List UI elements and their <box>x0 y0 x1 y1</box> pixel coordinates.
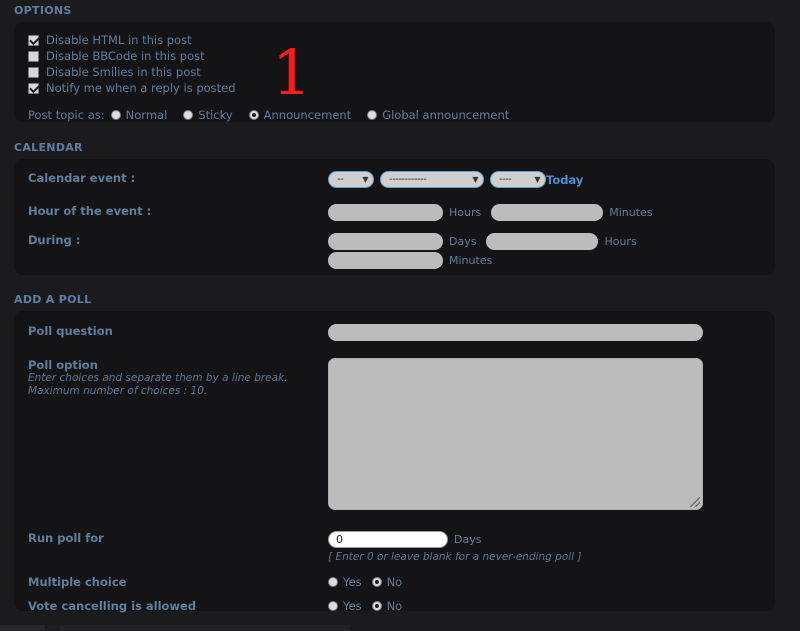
calendar-hour-input[interactable] <box>328 204 443 221</box>
poll-option-textarea[interactable] <box>328 358 703 510</box>
post-form-page: OPTIONS Disable HTML in this post Disabl… <box>0 0 800 631</box>
calendar-during-hours-unit: Hours <box>604 235 637 248</box>
checkbox-row-disable-html[interactable]: Disable HTML in this post <box>28 32 775 48</box>
run-poll-row: Run poll for 0 Days [ Enter 0 or leave b… <box>14 531 775 563</box>
checkbox-label-disable-smilies: Disable Smilies in this post <box>46 65 201 79</box>
radio-topic-global-announcement[interactable] <box>367 110 378 120</box>
resize-handle-icon[interactable] <box>690 497 700 507</box>
radio-topic-announcement[interactable] <box>248 110 259 120</box>
radio-topic-normal[interactable] <box>110 110 121 120</box>
options-panel: Disable HTML in this post Disable BBCode… <box>14 22 775 122</box>
poll-option-hint-line1: Enter choices and separate them by a lin… <box>28 372 288 384</box>
checkbox-disable-bbcode-icon[interactable] <box>28 50 39 62</box>
calendar-during-row: During : Days Hours Minutes <box>14 233 775 269</box>
post-topic-as-label: Post topic as: <box>28 108 105 122</box>
radio-label-vote-cancelling-no: No <box>386 599 403 613</box>
poll-question-label: Poll question <box>28 324 113 338</box>
calendar-minute-input[interactable] <box>491 204 604 221</box>
chevron-down-icon: ▼ <box>472 175 478 184</box>
calendar-event-label: Calendar event : <box>28 171 136 185</box>
checkbox-label-notify-reply: Notify me when a reply is posted <box>46 81 236 95</box>
calendar-month-select-value: ------------ <box>389 174 427 185</box>
checkbox-label-disable-bbcode: Disable BBCode in this post <box>46 49 205 63</box>
radio-label-multiple-choice-no: No <box>386 575 403 589</box>
page-bottom-edge <box>0 625 800 631</box>
chevron-down-icon: ▼ <box>534 175 540 184</box>
options-checkbox-list: Disable HTML in this post Disable BBCode… <box>14 22 775 96</box>
calendar-hour-unit: Hours <box>449 206 482 219</box>
radio-label-topic-global-announcement: Global announcement <box>382 108 510 122</box>
poll-question-row: Poll question <box>14 324 775 341</box>
multiple-choice-row: Multiple choice Yes No <box>14 575 775 589</box>
radio-vote-cancelling-no[interactable] <box>371 601 382 611</box>
calendar-day-select[interactable]: -- ▼ <box>328 171 374 188</box>
radio-label-multiple-choice-yes: Yes <box>343 575 362 589</box>
run-poll-label: Run poll for <box>28 531 104 545</box>
checkbox-row-notify-reply[interactable]: Notify me when a reply is posted <box>28 80 775 96</box>
calendar-during-minutes-input[interactable] <box>328 252 443 269</box>
vote-cancelling-row: Vote cancelling is allowed Yes No <box>14 599 775 613</box>
poll-option-row: Poll option Enter choices and separate t… <box>14 358 775 510</box>
calendar-day-select-value: -- <box>337 174 344 185</box>
calendar-year-select-value: ---- <box>499 174 512 185</box>
radio-multiple-choice-yes[interactable] <box>328 577 338 587</box>
poll-section-title: ADD A POLL <box>14 293 92 306</box>
radio-label-topic-normal: Normal <box>125 108 168 122</box>
calendar-year-select[interactable]: ---- ▼ <box>490 171 546 188</box>
radio-vote-cancelling-yes[interactable] <box>328 601 338 611</box>
checkbox-notify-reply-icon[interactable] <box>28 82 39 94</box>
calendar-minute-unit: Minutes <box>609 206 653 219</box>
calendar-during-days-input[interactable] <box>328 233 443 250</box>
run-poll-hint: [ Enter 0 or leave blank for a never-end… <box>328 551 582 563</box>
calendar-during-hours-input[interactable] <box>486 233 599 250</box>
multiple-choice-label: Multiple choice <box>28 575 127 589</box>
calendar-hour-row: Hour of the event : Hours Minutes <box>14 204 775 221</box>
run-poll-days-unit: Days <box>454 533 482 546</box>
calendar-during-minutes-unit: Minutes <box>449 254 493 267</box>
checkbox-disable-smilies-icon[interactable] <box>28 66 39 78</box>
calendar-hour-label: Hour of the event : <box>28 204 152 218</box>
options-section-title: OPTIONS <box>14 4 72 17</box>
radio-topic-sticky[interactable] <box>183 110 194 120</box>
calendar-during-days-unit: Days <box>449 235 477 248</box>
checkbox-row-disable-bbcode[interactable]: Disable BBCode in this post <box>28 48 775 64</box>
chevron-down-icon: ▼ <box>362 175 368 184</box>
checkbox-disable-html-icon[interactable] <box>28 34 39 46</box>
calendar-month-select[interactable]: ------------ ▼ <box>380 171 484 188</box>
poll-option-label: Poll option Enter choices and separate t… <box>14 358 328 398</box>
calendar-panel: Calendar event : -- ▼ ------------ ▼ ---… <box>14 159 775 393</box>
poll-option-hint-line2: Maximum number of choices : 10. <box>28 385 208 397</box>
radio-multiple-choice-no[interactable] <box>371 577 382 587</box>
run-poll-days-input[interactable]: 0 <box>328 531 448 548</box>
post-topic-as-row: Post topic as: Normal Sticky Announcemen… <box>14 96 775 133</box>
checkbox-row-disable-smilies[interactable]: Disable Smilies in this post <box>28 64 775 80</box>
calendar-event-row: Calendar event : -- ▼ ------------ ▼ ---… <box>14 171 775 188</box>
today-link[interactable]: Today <box>546 173 583 187</box>
calendar-during-label: During : <box>28 233 81 247</box>
poll-question-input[interactable] <box>328 324 703 341</box>
vote-cancelling-label: Vote cancelling is allowed <box>28 599 197 613</box>
radio-label-vote-cancelling-yes: Yes <box>343 599 362 613</box>
radio-label-topic-sticky: Sticky <box>198 108 233 122</box>
checkbox-label-disable-html: Disable HTML in this post <box>46 33 192 47</box>
run-poll-days-value: 0 <box>336 533 343 546</box>
poll-option-label-text: Poll option <box>28 358 98 372</box>
poll-panel: Poll question Poll option Enter choices … <box>14 311 775 613</box>
radio-label-topic-announcement: Announcement <box>263 108 352 122</box>
